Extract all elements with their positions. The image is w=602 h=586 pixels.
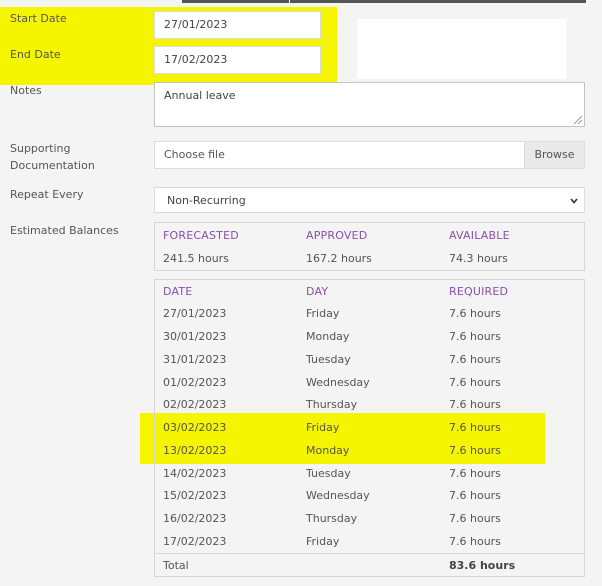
- forecasted-value: 241.5 hours: [163, 252, 229, 265]
- notes-value: Annual leave: [164, 89, 236, 102]
- browse-button[interactable]: Browse: [524, 142, 584, 168]
- forecasted-header: FORECASTED: [163, 229, 239, 242]
- approved-header: APPROVED: [306, 229, 368, 242]
- info-box: [357, 19, 566, 79]
- total-label: Total: [163, 559, 189, 572]
- table-row: 01/02/2023 Wednesday 7.6 hours: [155, 376, 584, 398]
- repeat-every-value: Non-Recurring: [167, 194, 246, 207]
- row-day: Friday: [306, 535, 340, 548]
- row-date: 17/02/2023: [163, 535, 227, 548]
- row-required: 7.6 hours: [449, 353, 501, 366]
- row-date: 13/02/2023: [163, 444, 227, 457]
- supporting-documentation-label: Supporting Documentation: [10, 140, 95, 174]
- required-header: REQUIRED: [449, 285, 509, 298]
- row-required: 7.6 hours: [449, 489, 501, 502]
- repeat-every-select[interactable]: Non-Recurring: [154, 187, 585, 213]
- row-date: 31/01/2023: [163, 353, 227, 366]
- total-value: 83.6 hours: [449, 559, 516, 572]
- table-row: 16/02/2023 Thursday 7.6 hours: [155, 512, 584, 534]
- available-header: AVAILABLE: [449, 229, 510, 242]
- supporting-label-line1: Supporting: [10, 142, 71, 155]
- start-date-value: 27/01/2023: [164, 18, 228, 31]
- row-date: 27/01/2023: [163, 307, 227, 320]
- schedule-table: DATE DAY REQUIRED 27/01/2023 Friday 7.6 …: [154, 279, 585, 577]
- end-date-label: End Date: [10, 48, 61, 61]
- notes-label: Notes: [10, 84, 42, 97]
- row-required: 7.6 hours: [449, 307, 501, 320]
- table-row: 14/02/2023 Tuesday 7.6 hours: [155, 467, 584, 489]
- row-day: Wednesday: [306, 376, 370, 389]
- row-day: Friday: [306, 307, 340, 320]
- row-required: 7.6 hours: [449, 376, 501, 389]
- row-day: Wednesday: [306, 489, 370, 502]
- total-divider: [155, 553, 584, 554]
- row-day: Friday: [306, 421, 340, 434]
- chevron-down-icon: [570, 198, 578, 204]
- balances-panel: FORECASTED APPROVED AVAILABLE 241.5 hour…: [154, 222, 585, 271]
- row-date: 02/02/2023: [163, 398, 227, 411]
- row-required: 7.6 hours: [449, 444, 501, 457]
- row-required: 7.6 hours: [449, 467, 501, 480]
- table-row: 31/01/2023 Tuesday 7.6 hours: [155, 353, 584, 375]
- row-date: 01/02/2023: [163, 376, 227, 389]
- row-date: 30/01/2023: [163, 330, 227, 343]
- row-required: 7.6 hours: [449, 535, 501, 548]
- top-tab-bar: [182, 0, 586, 3]
- file-input[interactable]: Choose file Browse: [154, 141, 585, 169]
- row-day: Tuesday: [306, 353, 351, 366]
- date-header: DATE: [163, 285, 193, 298]
- repeat-every-label: Repeat Every: [10, 188, 84, 201]
- choose-file-text: Choose file: [164, 148, 225, 161]
- table-row: 13/02/2023 Monday 7.6 hours: [155, 444, 584, 466]
- row-date: 15/02/2023: [163, 489, 227, 502]
- supporting-label-line2: Documentation: [10, 159, 95, 172]
- row-required: 7.6 hours: [449, 330, 501, 343]
- start-date-label: Start Date: [10, 12, 67, 25]
- approved-value: 167.2 hours: [306, 252, 372, 265]
- estimated-balances-label: Estimated Balances: [10, 224, 119, 237]
- available-value: 74.3 hours: [449, 252, 508, 265]
- notes-textarea[interactable]: Annual leave: [154, 82, 585, 127]
- row-day: Thursday: [306, 512, 358, 525]
- end-date-value: 17/02/2023: [164, 53, 228, 66]
- row-required: 7.6 hours: [449, 398, 501, 411]
- row-date: 14/02/2023: [163, 467, 227, 480]
- day-header: DAY: [306, 285, 329, 298]
- end-date-input[interactable]: 17/02/2023: [154, 46, 321, 74]
- row-required: 7.6 hours: [449, 421, 501, 434]
- table-row: 27/01/2023 Friday 7.6 hours: [155, 307, 584, 329]
- row-date: 03/02/2023: [163, 421, 227, 434]
- row-date: 16/02/2023: [163, 512, 227, 525]
- row-day: Thursday: [306, 398, 358, 411]
- table-row: 30/01/2023 Monday 7.6 hours: [155, 330, 584, 352]
- table-row: 03/02/2023 Friday 7.6 hours: [155, 421, 584, 443]
- table-row: 15/02/2023 Wednesday 7.6 hours: [155, 489, 584, 511]
- table-row: 02/02/2023 Thursday 7.6 hours: [155, 398, 584, 420]
- resize-grip-icon[interactable]: [574, 116, 582, 124]
- row-day: Monday: [306, 330, 350, 343]
- row-day: Monday: [306, 444, 350, 457]
- row-required: 7.6 hours: [449, 512, 501, 525]
- row-day: Tuesday: [306, 467, 351, 480]
- start-date-input[interactable]: 27/01/2023: [154, 11, 321, 39]
